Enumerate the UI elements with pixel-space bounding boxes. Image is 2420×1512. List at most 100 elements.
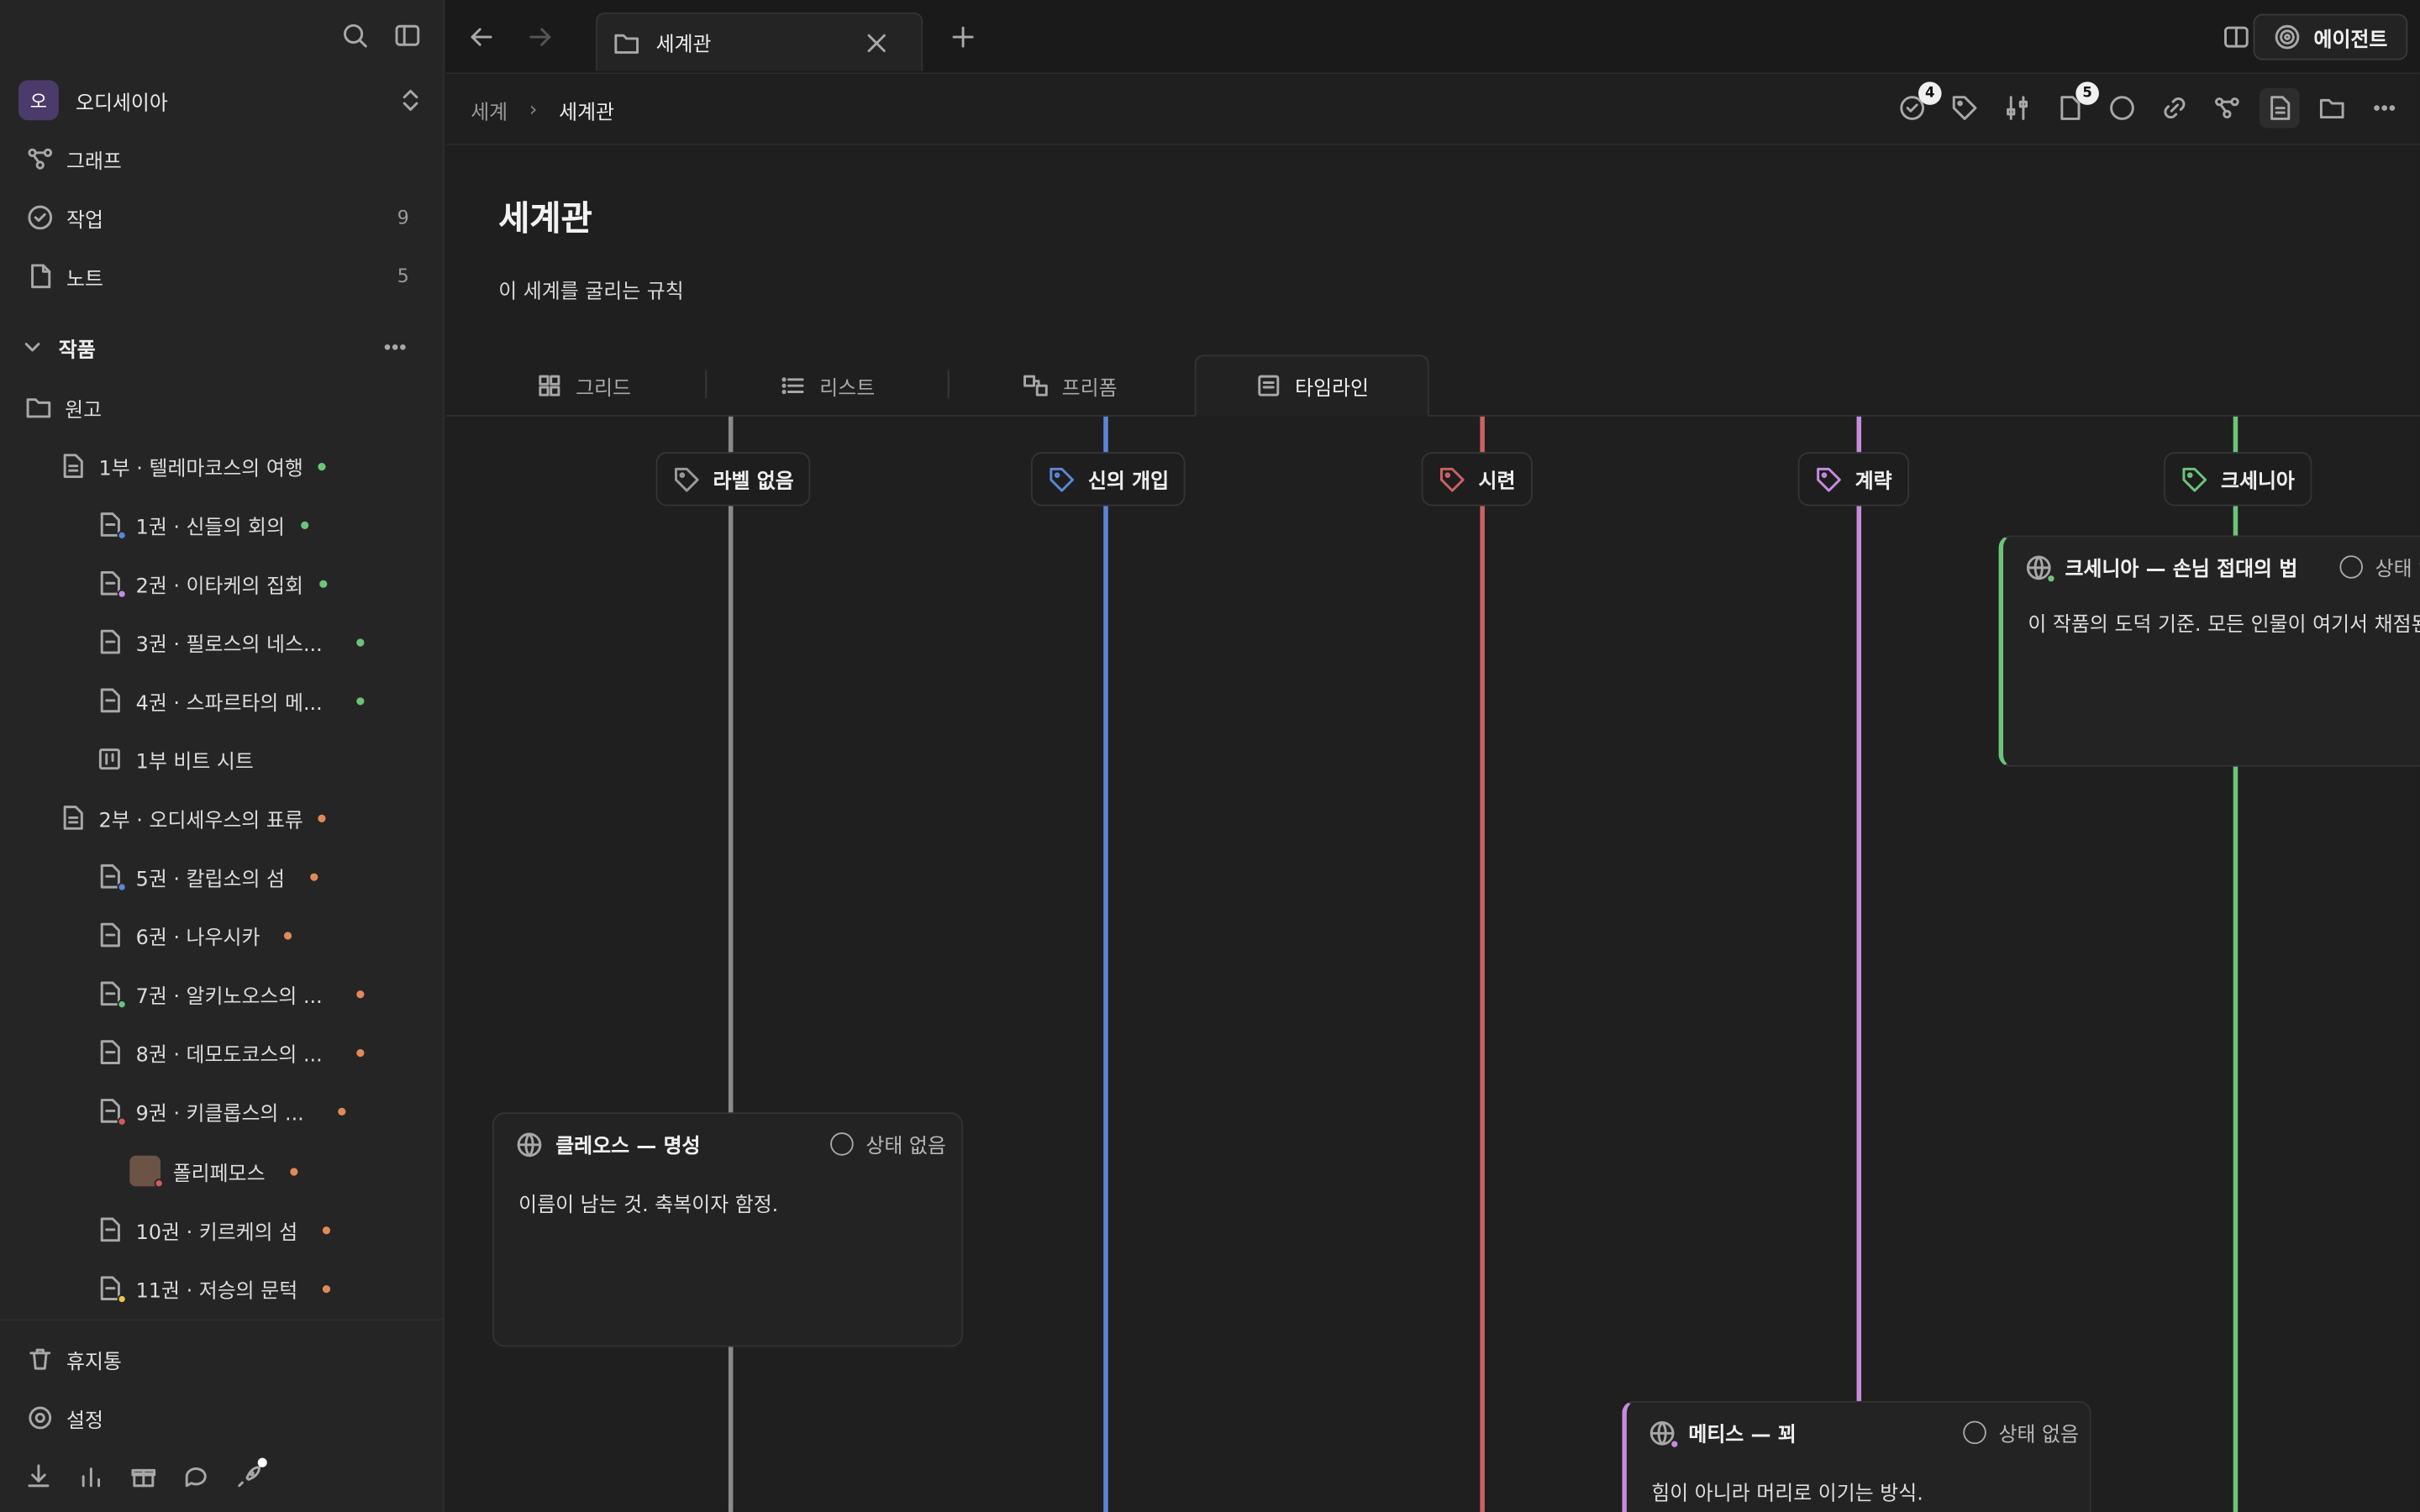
card-status[interactable]: 상태 없음 xyxy=(1963,1418,2079,1447)
card-title: 크세니아 — 손님 접대의 법 xyxy=(2065,558,2298,582)
tree-item[interactable]: 2부 · 오디세우스의 표류 xyxy=(59,795,327,841)
check-circle-icon xyxy=(24,203,55,231)
nav-count: 5 xyxy=(397,265,409,287)
lane-label-text: 신의 개입 xyxy=(1087,470,1170,494)
lane-label-divine[interactable]: 신의 개입 xyxy=(1030,452,1186,507)
plus-icon[interactable] xyxy=(950,24,977,51)
lane-label-scheme[interactable]: 계략 xyxy=(1797,452,1909,507)
card-body: 힘이 아니라 머리로 이기는 방식. xyxy=(1651,1483,1923,1506)
filter-button[interactable] xyxy=(1997,88,2038,129)
split-view-icon[interactable] xyxy=(2223,24,2250,51)
workspace-avatar: 오 xyxy=(18,80,59,121)
timeline-card[interactable]: 크세니아 — 손님 접대의 법 상태 없음 이 작품의 도덕 기준. 모든 인물… xyxy=(1998,535,2420,767)
link-button[interactable] xyxy=(2154,88,2195,129)
tree-item-label: 9권 · 키클롭스의 ... xyxy=(135,1102,304,1126)
tag-button[interactable] xyxy=(1944,88,1985,129)
tree-item[interactable]: 7권 · 알키노오스의 ... xyxy=(96,970,365,1016)
nav-settings[interactable]: 설정 xyxy=(24,1394,412,1441)
tab-worldbuilding[interactable]: 세계관 xyxy=(595,12,923,71)
tree-item[interactable]: 1권 · 신들의 회의 xyxy=(96,501,308,548)
search-icon[interactable] xyxy=(341,22,369,50)
nav-graph[interactable]: 그래프 xyxy=(24,136,412,182)
tree-item-label: 7권 · 알키노오스의 ... xyxy=(135,984,323,1009)
lane-line xyxy=(1856,416,1862,1512)
graph-icon xyxy=(2213,94,2241,122)
card-status[interactable]: 상태 없음 xyxy=(2339,553,2420,581)
document-icon xyxy=(96,1215,124,1243)
download-icon[interactable] xyxy=(24,1462,52,1490)
notes-button[interactable]: 5 xyxy=(2049,81,2099,129)
document-icon xyxy=(96,570,127,599)
globe-icon xyxy=(515,1130,543,1158)
timeline-card[interactable]: 클레오스 — 명성 상태 없음 이름이 남는 것. 축복이자 함정. xyxy=(492,1112,964,1347)
nav-notes[interactable]: 노트 5 xyxy=(24,253,412,299)
tree-item[interactable]: 3권 · 필로스의 네스... xyxy=(96,619,365,665)
timeline-icon xyxy=(1255,372,1282,400)
status-dot xyxy=(289,1167,298,1175)
tree-item[interactable]: 원고 xyxy=(24,384,102,430)
tab-grid[interactable]: 그리드 xyxy=(535,354,631,416)
tree-item[interactable]: 6권 · 나우시카 xyxy=(96,911,292,958)
tab-timeline[interactable]: 타임라인 xyxy=(1194,354,1429,417)
freeform-icon xyxy=(1022,372,1050,400)
tree-item[interactable]: 1부 비트 시트 xyxy=(96,736,254,782)
tree-item-label: 10권 · 키르케의 섬 xyxy=(135,1221,298,1245)
graph-icon xyxy=(24,145,55,173)
status-button[interactable] xyxy=(2102,88,2143,129)
lane-label-xenia[interactable]: 크세니아 xyxy=(2164,452,2312,507)
nav-tasks[interactable]: 작업 9 xyxy=(24,194,412,240)
page-title: 세계관 xyxy=(498,200,592,239)
timeline-card[interactable]: 메티스 — 꾀 상태 없음 힘이 아니라 머리로 이기는 방식. xyxy=(1622,1400,2091,1512)
chat-icon[interactable] xyxy=(182,1462,210,1490)
close-icon[interactable] xyxy=(863,29,891,56)
card-body: 이름이 남는 것. 축복이자 함정. xyxy=(518,1194,779,1218)
forward-arrow-icon[interactable] xyxy=(526,24,554,51)
workspace-switcher[interactable]: 오 오디세이아 xyxy=(18,80,424,121)
nav-label: 휴지통 xyxy=(66,1351,122,1374)
tree-item[interactable]: 9권 · 키클롭스의 ... xyxy=(96,1088,346,1134)
agent-icon xyxy=(2274,24,2302,51)
status-label: 상태 없음 xyxy=(865,1135,946,1159)
tree-item[interactable]: 8권 · 데모도코스의 ... xyxy=(96,1029,365,1075)
breadcrumb-current: 세계관 xyxy=(559,102,615,125)
tasks-button[interactable]: 4 xyxy=(1892,81,1942,129)
section-header-works[interactable]: 작품 xyxy=(18,324,421,370)
document-view-button[interactable] xyxy=(2259,87,2300,129)
breadcrumb-parent[interactable]: 세계 xyxy=(471,96,508,125)
agent-button[interactable]: 에이전트 xyxy=(2253,13,2408,60)
tree-item[interactable]: 11권 · 저승의 문턱 xyxy=(96,1265,330,1311)
lane-label-unlabeled[interactable]: 라벨 없음 xyxy=(655,452,811,507)
tree-item[interactable]: 1부 · 텔레마코스의 여행 xyxy=(59,443,327,489)
tab-list[interactable]: 리스트 xyxy=(780,354,876,416)
more-icon[interactable] xyxy=(381,333,409,361)
tab-freeform[interactable]: 프리폼 xyxy=(1022,354,1118,416)
page-description[interactable]: 이 세계를 굴리는 규칙 xyxy=(498,275,683,304)
tree-item[interactable]: 10권 · 키르케의 섬 xyxy=(96,1206,330,1252)
graph-button[interactable] xyxy=(2207,88,2247,129)
tag-icon xyxy=(1815,465,1843,493)
chevron-down-icon xyxy=(18,333,46,361)
notes-badge: 5 xyxy=(2075,81,2099,105)
tree-item[interactable]: 2권 · 이타케의 집회 xyxy=(96,560,327,606)
tree-item[interactable]: 폴리페모스 xyxy=(129,1148,298,1194)
sidebar-toggle-icon[interactable] xyxy=(393,22,421,50)
back-arrow-icon[interactable] xyxy=(468,24,496,51)
document-icon xyxy=(96,511,127,540)
status-circle-icon xyxy=(1963,1420,1986,1445)
chart-icon[interactable] xyxy=(77,1462,105,1490)
tag-icon xyxy=(1951,94,1979,122)
tab-label: 프리폼 xyxy=(1061,377,1118,401)
status-dot xyxy=(356,990,365,998)
rocket-icon[interactable] xyxy=(234,1457,267,1490)
lane-label-trial[interactable]: 시련 xyxy=(1421,452,1533,507)
card-status[interactable]: 상태 없음 xyxy=(830,1129,946,1158)
tab-label: 리스트 xyxy=(819,377,876,401)
status-dot xyxy=(318,462,327,470)
more-button[interactable] xyxy=(2365,88,2405,129)
nav-label: 설정 xyxy=(66,1409,103,1433)
tree-item[interactable]: 4권 · 스파르타의 메... xyxy=(96,677,365,723)
nav-trash[interactable]: 휴지통 xyxy=(24,1336,412,1383)
folder-view-button[interactable] xyxy=(2312,88,2352,129)
tree-item[interactable]: 5권 · 칼립소의 섬 xyxy=(96,853,318,900)
gift-icon[interactable] xyxy=(129,1462,157,1490)
